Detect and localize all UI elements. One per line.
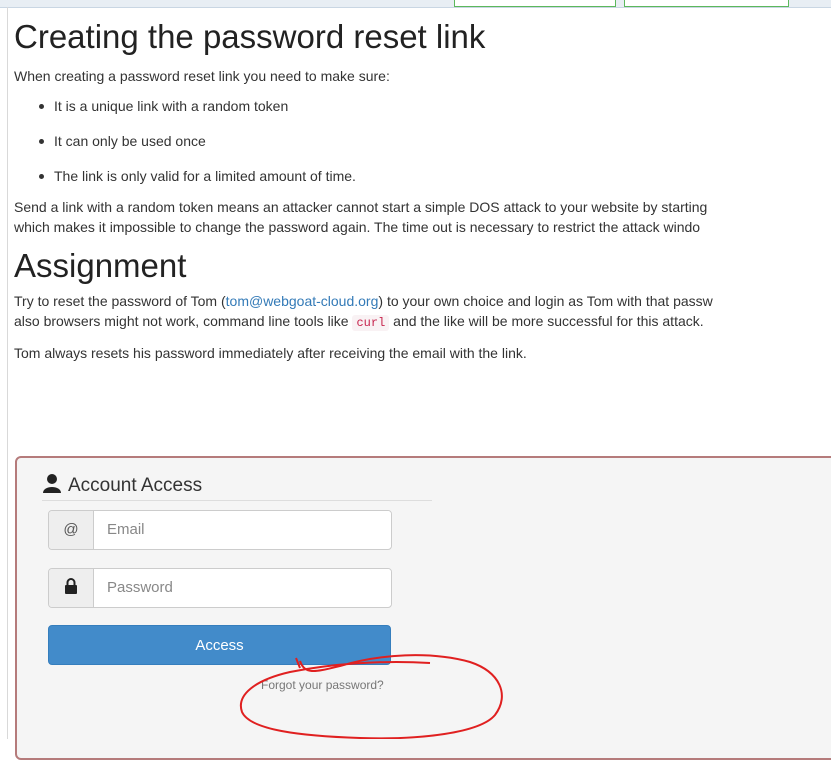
lesson-intro: When creating a password reset link you … [14, 68, 390, 84]
email-field-group: @ [48, 510, 392, 550]
list-item: It is a unique link with a random token [39, 96, 831, 116]
lesson-paragraph-line: Send a link with a random token means an… [14, 199, 708, 215]
panel-heading: Account Access [42, 472, 432, 501]
code-snippet: curl [352, 315, 390, 331]
assignment-text-line: Try to reset the password of Tom (tom@we… [14, 291, 831, 311]
password-field-group [48, 568, 392, 608]
assignment-heading: Assignment [14, 247, 187, 284]
assignment-text: ) to your own choice and login as Tom wi… [378, 293, 713, 309]
requirements-list: It is a unique link with a random token … [14, 96, 831, 186]
assignment-text: Try to reset the password of Tom ( [14, 293, 226, 309]
left-divider [7, 7, 8, 739]
lock-icon [49, 569, 94, 607]
lesson-content: Creating the password reset link When cr… [14, 14, 831, 363]
assignment-note: Tom always resets his password immediate… [14, 345, 527, 361]
assignment-text-line: also browsers might not work, command li… [14, 311, 831, 333]
email-input[interactable] [95, 511, 391, 547]
password-input[interactable] [95, 569, 391, 605]
top-tab-button[interactable] [454, 0, 616, 7]
list-item: It can only be used once [39, 131, 831, 151]
email-link[interactable]: tom@webgoat-cloud.org [226, 293, 379, 309]
assignment-text: and the like will be more successful for… [389, 313, 704, 329]
lesson-paragraph-line: which makes it impossible to change the … [14, 219, 701, 235]
lesson-title: Creating the password reset link [14, 18, 486, 55]
user-icon [42, 473, 64, 493]
at-sign-icon: @ [49, 511, 94, 549]
assignment-text: also browsers might not work, command li… [14, 313, 353, 329]
list-item: The link is only valid for a limited amo… [39, 166, 831, 186]
top-toolbar [0, 0, 831, 8]
account-access-panel: Account Access [15, 456, 831, 760]
top-tab-button[interactable] [624, 0, 789, 7]
forgot-password-link[interactable]: Forgot your password? [261, 678, 384, 692]
access-button[interactable]: Access [48, 625, 391, 665]
panel-title: Account Access [68, 475, 203, 496]
